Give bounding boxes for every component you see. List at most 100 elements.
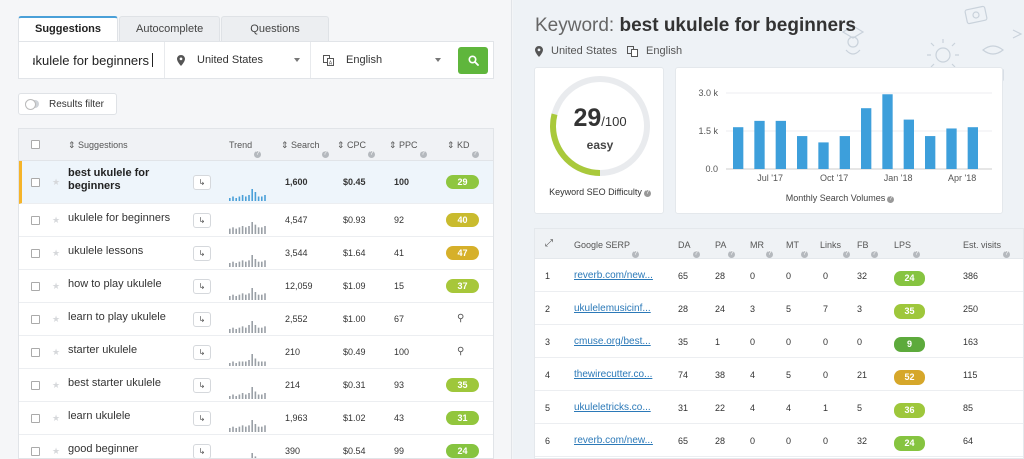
volume-bar[interactable] — [946, 128, 957, 169]
forward-arrow-icon[interactable]: ↳ — [193, 410, 211, 426]
row-checkbox[interactable] — [31, 380, 40, 390]
row-checkbox[interactable] — [31, 347, 40, 357]
col-fb: FB? — [857, 240, 878, 258]
volume-bar[interactable] — [967, 127, 978, 169]
volume-bar[interactable] — [925, 136, 936, 169]
search-icon[interactable]: ⚲ — [457, 313, 464, 324]
x-tick-label: Jan '18 — [884, 173, 913, 183]
row-keyword[interactable]: best starter ukulele — [68, 377, 161, 389]
star-icon[interactable]: ★ — [52, 281, 60, 292]
volume-bar[interactable] — [775, 120, 786, 169]
forward-arrow-icon[interactable]: ↳ — [193, 344, 211, 360]
star-icon[interactable]: ★ — [52, 177, 60, 188]
table-row[interactable]: ★ good beginner ↳ 390 $0.54 99 24 — [19, 435, 493, 458]
col-suggestions[interactable]: ⇕ Suggestions — [68, 140, 128, 151]
trend-bar — [238, 361, 241, 366]
table-row[interactable]: ★ best starter ukulele ↳ 214 $0.31 93 35 — [19, 369, 493, 402]
row-checkbox[interactable] — [31, 281, 40, 291]
select-all-checkbox[interactable] — [31, 140, 40, 149]
row-ppc: 67 — [394, 313, 405, 324]
col-search[interactable]: ⇕ Search? — [281, 140, 329, 158]
trend-bar — [254, 192, 257, 201]
help-icon[interactable]: ? — [887, 196, 895, 203]
table-row[interactable]: ★ learn to play ukulele ↳ 2,552 $1.00 67 ⚲ — [19, 303, 493, 336]
star-icon[interactable]: ★ — [52, 380, 60, 391]
star-icon[interactable]: ★ — [52, 347, 60, 358]
row-checkbox[interactable] — [31, 446, 40, 456]
forward-arrow-icon[interactable]: ↳ — [193, 212, 211, 228]
tab-questions[interactable]: Questions — [221, 16, 329, 42]
star-icon[interactable]: ★ — [52, 446, 60, 457]
col-trend[interactable]: Trend? — [229, 140, 262, 158]
forward-arrow-icon[interactable]: ↳ — [193, 278, 211, 294]
star-icon[interactable]: ★ — [52, 314, 60, 325]
serp-url[interactable]: thewirecutter.co... — [574, 369, 652, 380]
tab-autocomplete[interactable]: Autocomplete — [119, 16, 221, 42]
row-keyword[interactable]: how to play ukulele — [68, 278, 162, 290]
volume-bar[interactable] — [754, 120, 765, 169]
help-icon: ? — [766, 251, 773, 258]
row-checkbox[interactable] — [31, 248, 40, 258]
serp-mt: 4 — [786, 403, 792, 413]
serp-da: 31 — [678, 403, 689, 413]
row-checkbox[interactable] — [31, 314, 40, 324]
serp-url[interactable]: reverb.com/new... — [574, 270, 653, 281]
col-kd[interactable]: ⇕ KD? — [447, 140, 479, 158]
row-keyword[interactable]: learn ukulele — [68, 410, 130, 422]
table-row[interactable]: ★ learn ukulele ↳ 1,963 $1.02 43 31 — [19, 402, 493, 435]
serp-visits: 163 — [963, 337, 979, 347]
row-keyword[interactable]: learn to play ukulele — [68, 311, 166, 323]
volume-bar[interactable] — [882, 94, 893, 169]
volume-bar[interactable] — [818, 142, 829, 169]
col-ppc[interactable]: ⇕ PPC? — [389, 140, 427, 158]
search-icon[interactable]: ⚲ — [457, 346, 464, 357]
table-row[interactable]: ★ how to play ukulele ↳ 12,059 $1.09 15 37 — [19, 270, 493, 303]
results-filter-toggle[interactable]: Results filter — [18, 93, 117, 115]
table-row[interactable]: ★ best ukulele for beginners ↳ 1,600 $0.45 10… — [19, 161, 493, 204]
search-button[interactable] — [458, 47, 488, 74]
language-select[interactable]: A English — [311, 42, 451, 78]
trend-sparkline — [251, 453, 257, 458]
volume-bar[interactable] — [733, 127, 744, 169]
row-checkbox[interactable] — [31, 413, 40, 423]
serp-url[interactable]: reverb.com/new... — [574, 435, 653, 446]
row-checkbox[interactable] — [31, 215, 40, 225]
row-keyword[interactable]: best ukulele for beginners — [68, 167, 178, 193]
row-keyword[interactable]: ukulele lessons — [68, 245, 143, 257]
serp-url[interactable]: ukulelemusicinf... — [574, 303, 651, 314]
trend-sparkline — [229, 189, 266, 201]
help-icon[interactable]: ? — [643, 190, 651, 197]
serp-url[interactable]: cmuse.org/best... — [574, 336, 651, 347]
toggle-switch[interactable] — [25, 99, 39, 110]
trend-bar — [257, 394, 260, 399]
row-ppc: 99 — [394, 445, 405, 456]
star-icon[interactable]: ★ — [52, 215, 60, 226]
forward-arrow-icon[interactable]: ↳ — [193, 443, 211, 458]
forward-arrow-icon[interactable]: ↳ — [193, 245, 211, 261]
chart-title: Monthly Search Volumes? — [785, 193, 895, 203]
star-icon[interactable]: ★ — [52, 248, 60, 259]
difficulty-score: 29/100 — [535, 104, 665, 133]
row-keyword[interactable]: ukulele for beginners — [68, 212, 170, 224]
serp-url[interactable]: ukuleletricks.co... — [574, 402, 651, 413]
row-keyword[interactable]: good beginner — [68, 443, 138, 455]
forward-arrow-icon[interactable]: ↳ — [193, 174, 211, 190]
volume-bar[interactable] — [797, 136, 808, 169]
tab-suggestions[interactable]: Suggestions — [18, 16, 119, 42]
row-search-volume: 1,600 — [285, 176, 308, 187]
forward-arrow-icon[interactable]: ↳ — [193, 311, 211, 327]
keyword-input[interactable]: ukulele for beginners — [19, 42, 165, 78]
volume-bar[interactable] — [903, 119, 914, 169]
forward-arrow-icon[interactable]: ↳ — [193, 377, 211, 393]
table-row[interactable]: ★ starter ukulele ↳ 210 $0.49 100 ⚲ — [19, 336, 493, 369]
col-cpc[interactable]: ⇕ CPC? — [337, 140, 376, 158]
volume-bar[interactable] — [861, 108, 872, 169]
expand-icon[interactable]: ⤢ — [545, 238, 553, 249]
volume-bar[interactable] — [839, 136, 850, 169]
location-select[interactable]: United States — [165, 42, 311, 78]
row-keyword[interactable]: starter ukulele — [68, 344, 137, 356]
star-icon[interactable]: ★ — [52, 413, 60, 424]
table-row[interactable]: ★ ukulele for beginners ↳ 4,547 $0.93 92 40 — [19, 204, 493, 237]
table-row[interactable]: ★ ukulele lessons ↳ 3,544 $1.64 41 47 — [19, 237, 493, 270]
row-checkbox[interactable] — [31, 177, 40, 187]
